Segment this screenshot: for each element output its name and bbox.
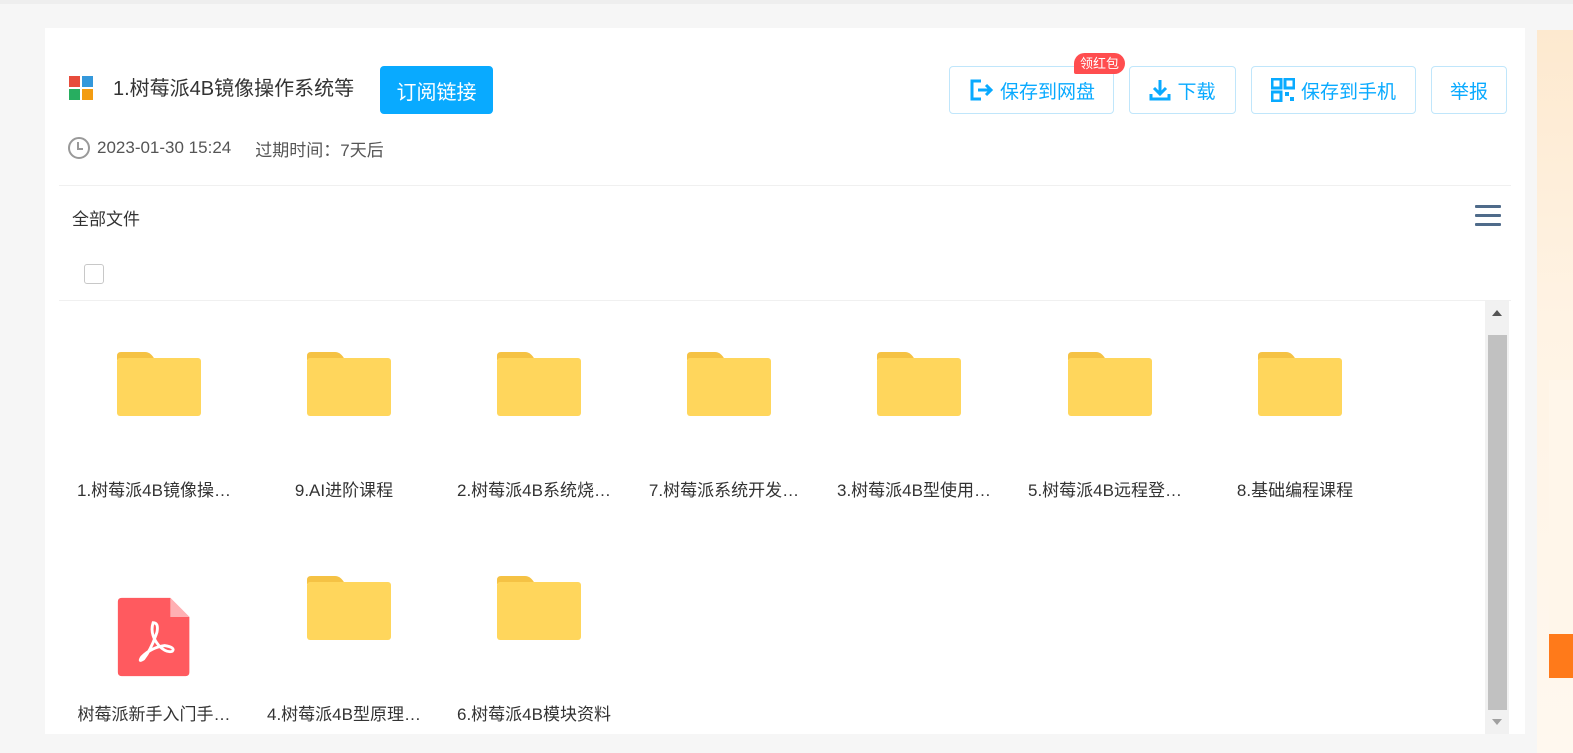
share-date: 2023-01-30 15:24	[97, 138, 232, 157]
windows-logo-icon	[69, 76, 93, 100]
select-all-checkbox[interactable]	[84, 264, 104, 284]
save-to-phone-label: 保存到手机	[1300, 81, 1396, 103]
scroll-down-arrow-icon[interactable]	[1485, 710, 1509, 734]
file-item[interactable]: 3.树莓派4B型使用…	[819, 301, 1009, 501]
expire-time: 过期时间：7天后	[255, 140, 384, 160]
save-to-disk-label: 保存到网盘	[999, 81, 1095, 103]
folder-icon	[1258, 352, 1342, 416]
folder-icon	[687, 352, 771, 416]
file-item[interactable]: 4.树莓派4B型原理…	[249, 525, 439, 725]
share-title: 1.树莓派4B镜像操作系统等	[113, 78, 355, 100]
file-item[interactable]: 6.树莓派4B模块资料	[439, 525, 629, 725]
export-icon	[970, 79, 994, 101]
download-icon	[1149, 80, 1171, 101]
file-item[interactable]: 9.AI进阶课程	[249, 301, 439, 501]
scrollbar-thumb[interactable]	[1488, 335, 1507, 710]
file-item[interactable]: 7.树莓派系统开发…	[629, 301, 819, 501]
share-meta: 2023-01-30 15:24 过期时间：7天后	[67, 136, 384, 160]
ad-area	[1549, 380, 1573, 640]
file-name[interactable]: 树莓派新手入门手…	[59, 703, 249, 727]
folder-icon	[1068, 352, 1152, 416]
file-item[interactable]: 1.树莓派4B镜像操…	[59, 301, 249, 501]
vertical-scrollbar[interactable]	[1485, 301, 1509, 734]
breadcrumb[interactable]: 全部文件	[72, 205, 140, 230]
file-name[interactable]: 2.树莓派4B系统烧…	[439, 479, 629, 503]
file-item[interactable]: 2.树莓派4B系统烧…	[439, 301, 629, 501]
share-panel: 1.树莓派4B镜像操作系统等 订阅链接 保存到网盘 领红包 下载 保存到手机 举…	[45, 28, 1525, 734]
save-to-phone-button[interactable]: 保存到手机	[1251, 66, 1416, 114]
file-name[interactable]: 4.树莓派4B型原理…	[249, 703, 439, 727]
folder-icon	[307, 576, 391, 640]
side-ad-panel[interactable]	[1537, 30, 1573, 753]
folder-icon	[307, 352, 391, 416]
qr-code-icon	[1270, 78, 1295, 102]
file-name[interactable]: 6.树莓派4B模块资料	[439, 703, 629, 727]
subscribe-button[interactable]: 订阅链接	[380, 66, 493, 114]
folder-icon	[877, 352, 961, 416]
download-button[interactable]: 下载	[1129, 66, 1236, 114]
file-item[interactable]: 8.基础编程课程	[1200, 301, 1390, 501]
file-item[interactable]: 树莓派新手入门手…	[59, 525, 249, 725]
clock-icon	[68, 137, 90, 159]
pdf-file-icon	[117, 597, 190, 677]
folder-icon	[497, 352, 581, 416]
list-view-icon[interactable]	[1475, 204, 1501, 228]
top-border	[0, 0, 1573, 4]
folder-icon	[117, 352, 201, 416]
divider	[59, 185, 1511, 186]
file-name[interactable]: 8.基础编程课程	[1200, 479, 1390, 503]
file-name[interactable]: 5.树莓派4B远程登…	[1010, 479, 1200, 503]
folder-icon	[497, 576, 581, 640]
download-label: 下载	[1177, 81, 1216, 103]
ad-button[interactable]	[1549, 634, 1573, 678]
scroll-up-arrow-icon[interactable]	[1485, 301, 1509, 325]
file-name[interactable]: 7.树莓派系统开发…	[629, 479, 819, 503]
file-name[interactable]: 3.树莓派4B型使用…	[819, 479, 1009, 503]
file-item[interactable]: 5.树莓派4B远程登…	[1010, 301, 1200, 501]
red-packet-badge[interactable]: 领红包	[1074, 53, 1126, 74]
report-button[interactable]: 举报	[1431, 66, 1507, 114]
file-name[interactable]: 1.树莓派4B镜像操…	[59, 479, 249, 503]
file-grid: 1.树莓派4B镜像操… 9.AI进阶课程 2.树莓派4B系统烧… 7.树莓派系统…	[59, 301, 1485, 734]
file-name[interactable]: 9.AI进阶课程	[249, 479, 439, 503]
